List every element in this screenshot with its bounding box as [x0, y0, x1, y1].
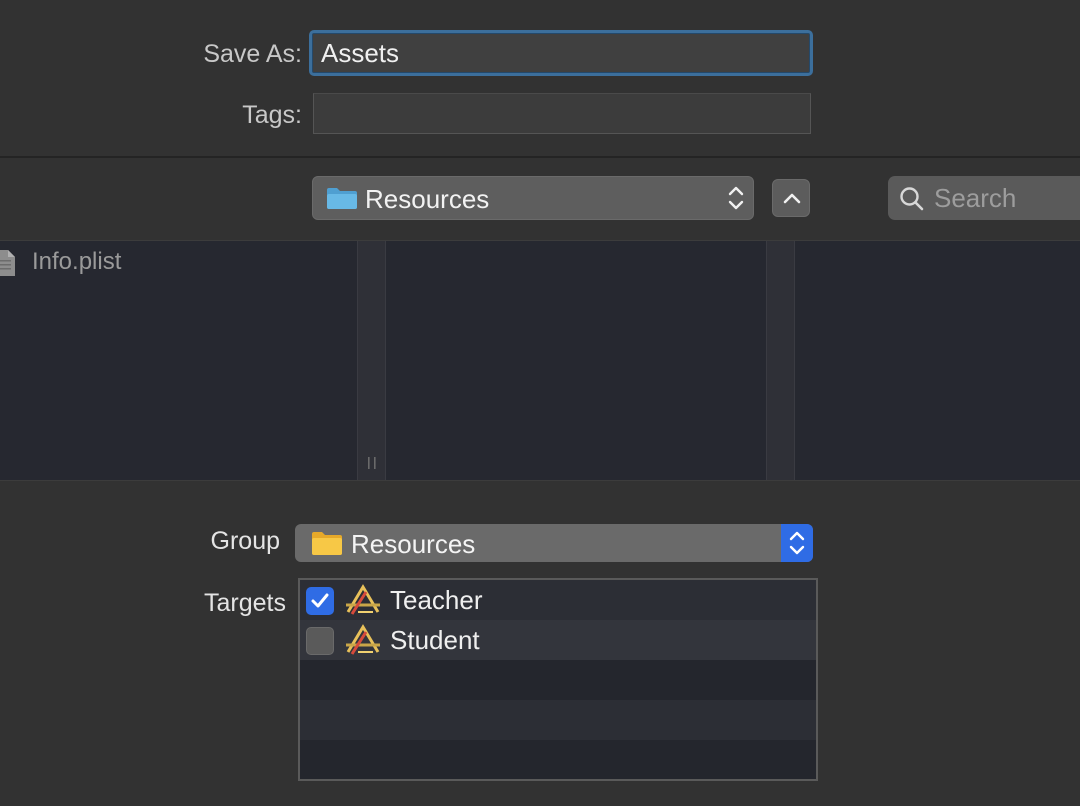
search-icon: [899, 186, 925, 217]
chevron-updown-icon: [727, 183, 745, 218]
chevron-updown-icon: [789, 531, 805, 555]
save-as-field[interactable]: [309, 30, 813, 76]
file-name: Info.plist: [32, 248, 122, 275]
location-popup[interactable]: Resources: [312, 176, 754, 220]
folder-icon: [326, 186, 358, 215]
search-placeholder: Search: [934, 183, 1017, 213]
expand-collapse-button[interactable]: [772, 179, 810, 217]
browser-column-3[interactable]: [795, 241, 1080, 480]
browser-column-1[interactable]: Info.plist: [0, 241, 357, 480]
chevron-up-icon: [783, 193, 801, 204]
target-checkbox-student[interactable]: [306, 627, 334, 655]
search-field[interactable]: Search: [888, 176, 1080, 220]
column-resize-handle[interactable]: [766, 241, 795, 480]
list-item[interactable]: Student: [300, 620, 816, 660]
targets-list[interactable]: Teacher Student: [298, 578, 818, 781]
targets-label: Targets: [204, 589, 286, 617]
resize-grip-icon: [368, 457, 376, 469]
empty-row: [300, 660, 816, 700]
list-item[interactable]: Teacher: [300, 580, 816, 620]
header-divider: [0, 156, 1080, 158]
location-popup-label: Resources: [365, 184, 490, 214]
column-browser[interactable]: Info.plist: [0, 241, 1080, 480]
save-as-label: Save As:: [203, 40, 302, 68]
tags-label: Tags:: [242, 101, 302, 129]
group-label: Group: [210, 527, 280, 555]
app-target-icon: [344, 624, 382, 661]
file-row[interactable]: Info.plist: [0, 246, 357, 276]
tags-field[interactable]: [313, 93, 811, 134]
empty-row: [300, 700, 816, 740]
target-checkbox-teacher[interactable]: [306, 587, 334, 615]
target-name: Student: [390, 625, 480, 655]
group-popup[interactable]: Resources: [295, 524, 813, 562]
plist-file-icon: [0, 249, 16, 282]
folder-icon: [311, 530, 343, 561]
browser-divider: [0, 480, 1080, 481]
group-popup-stepper[interactable]: [781, 524, 813, 562]
target-name: Teacher: [390, 585, 483, 615]
browser-column-2[interactable]: [386, 241, 766, 480]
empty-row: [300, 740, 816, 779]
checkmark-icon: [311, 593, 329, 608]
column-resize-handle[interactable]: [357, 241, 386, 480]
app-target-icon: [344, 584, 382, 621]
group-popup-label: Resources: [351, 529, 476, 559]
